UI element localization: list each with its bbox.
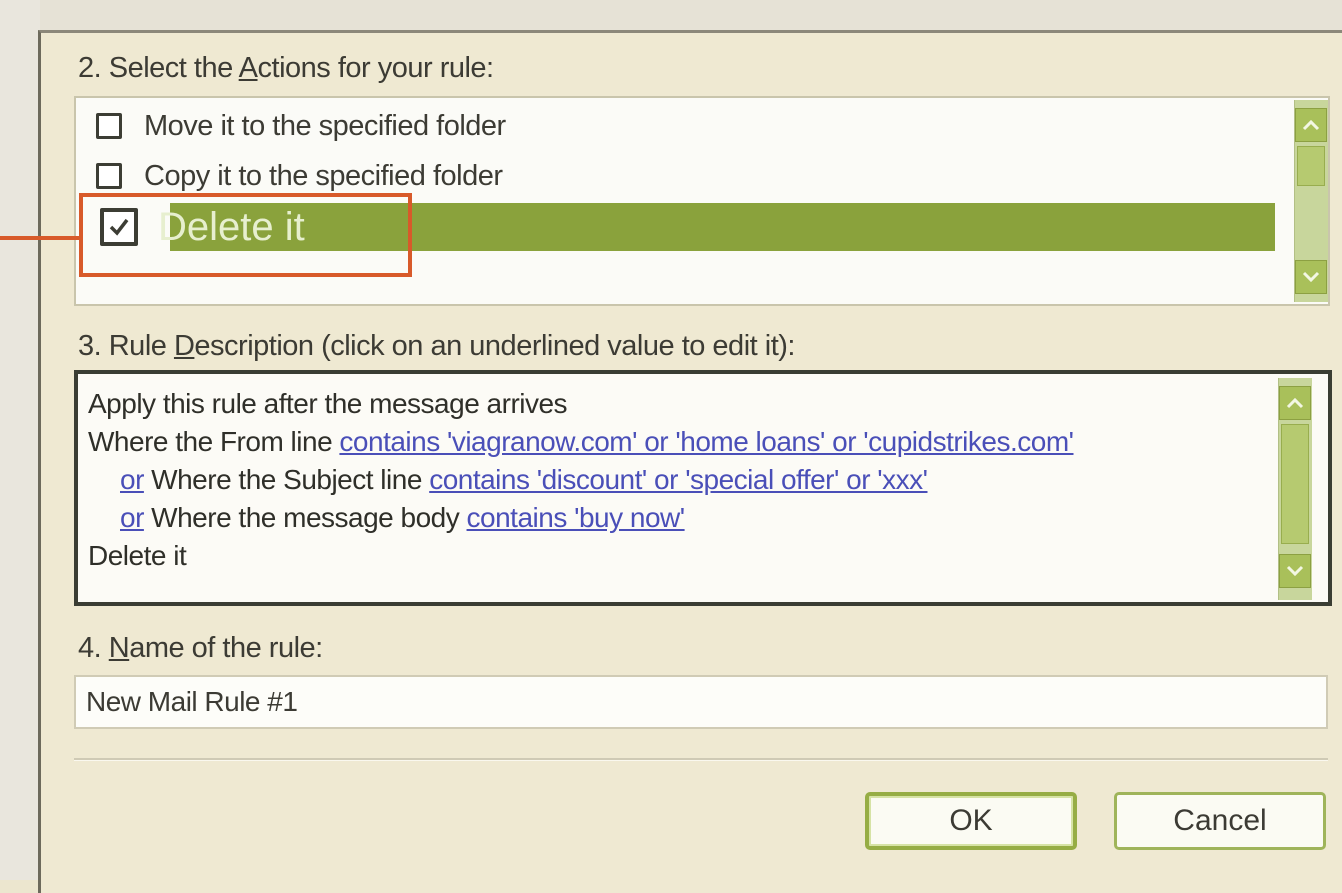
- action-checkbox-copy[interactable]: [96, 163, 122, 189]
- description-line: Where the From line contains 'viagranow.…: [88, 426, 1074, 457]
- actions-section-label: 2. Select the Actions for your rule:: [78, 52, 494, 84]
- chevron-up-icon[interactable]: [1279, 386, 1311, 420]
- description-line: Apply this rule after the message arrive…: [88, 388, 568, 419]
- chevron-down-icon[interactable]: [1279, 554, 1311, 588]
- action-item-label: Move it to the specified folder: [144, 109, 506, 142]
- subject-condition-link[interactable]: contains 'discount' or 'special offer' o…: [429, 464, 928, 495]
- description-scrollbar[interactable]: [1278, 378, 1312, 600]
- rule-name-label: 4. Name of the rule:: [78, 632, 323, 664]
- description-line: Delete it: [88, 540, 187, 571]
- separator: [74, 758, 1328, 761]
- scrollbar-thumb[interactable]: [1297, 146, 1325, 186]
- ok-button[interactable]: OK: [865, 792, 1077, 850]
- or-link[interactable]: or: [120, 502, 144, 533]
- from-condition-link[interactable]: contains 'viagranow.com' or 'home loans'…: [339, 426, 1074, 457]
- callout-highlight-box: [79, 193, 412, 277]
- body-condition-link[interactable]: contains 'buy now': [467, 502, 686, 533]
- chevron-down-icon[interactable]: [1295, 260, 1327, 294]
- rule-name-input[interactable]: [74, 675, 1328, 729]
- action-item-label: Copy it to the specified folder: [144, 159, 503, 192]
- or-link[interactable]: or: [120, 464, 144, 495]
- action-checkbox-move[interactable]: [96, 113, 122, 139]
- chevron-up-icon[interactable]: [1295, 108, 1327, 142]
- description-line: or Where the message body contains 'buy …: [120, 502, 686, 533]
- action-item-move[interactable]: Move it to the specified folder: [96, 106, 506, 146]
- description-line: or Where the Subject line contains 'disc…: [120, 464, 928, 495]
- action-item-copy[interactable]: Copy it to the specified folder: [96, 156, 503, 196]
- scrollbar-thumb[interactable]: [1281, 424, 1309, 544]
- rule-description-box: Apply this rule after the message arrive…: [74, 370, 1332, 606]
- description-section-label: 3. Rule Description (click on an underli…: [78, 330, 795, 362]
- cancel-button[interactable]: Cancel: [1114, 792, 1326, 850]
- background-left: [0, 0, 40, 880]
- actions-scrollbar[interactable]: [1294, 100, 1328, 302]
- background-top: [0, 0, 1342, 32]
- callout-pointer-line: [0, 236, 81, 240]
